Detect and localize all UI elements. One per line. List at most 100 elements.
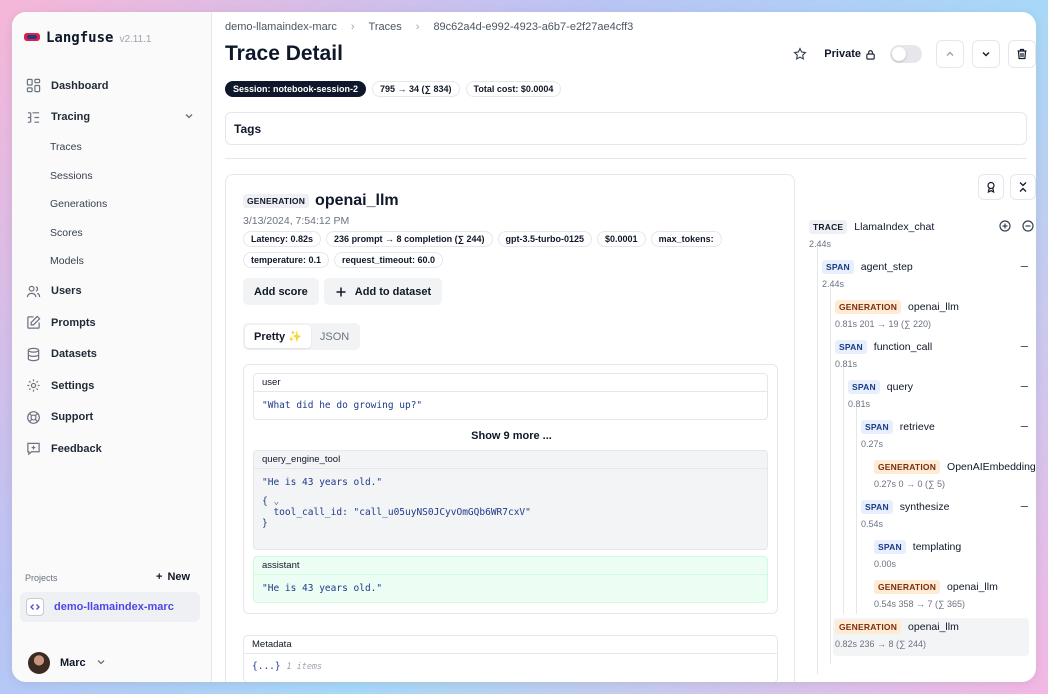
tree-node-span[interactable]: SPAN agent_step 2.44s – <box>822 258 1036 289</box>
tab-json[interactable]: JSON <box>311 325 358 348</box>
scores-toggle-button[interactable] <box>978 174 1004 200</box>
star-icon[interactable] <box>786 40 814 68</box>
user-name: Marc <box>60 657 86 669</box>
breadcrumb-trace-id[interactable]: 89c62a4d-e992-4923-a6b7-e2f27ae4cff3 <box>433 21 633 33</box>
new-project-button[interactable]: + New <box>156 571 190 583</box>
node-name: query <box>886 381 914 393</box>
type-badge: SPAN <box>861 500 893 514</box>
node-name: OpenAIEmbedding <box>947 461 1036 473</box>
collapse-icon[interactable]: ⌄ <box>268 496 279 507</box>
message-content: "What did he do growing up?" <box>262 400 423 411</box>
sidebar-item-label: Support <box>51 411 94 424</box>
json-value: "call_u05uyNS0JCyvOmGQb6WR7cxV" <box>353 507 531 518</box>
sidebar-item-settings[interactable]: Settings <box>12 370 212 402</box>
sidebar-item-users[interactable]: Users <box>12 276 212 308</box>
sidebar-item-label: Users <box>51 285 82 298</box>
max-tokens-chip: max_tokens: <box>650 231 722 247</box>
code-icon <box>26 598 44 616</box>
tree-node-generation[interactable]: GENERATION openai_llm 0.81s 201 → 19 (∑ 2… <box>835 300 1036 329</box>
collapse-node-icon[interactable]: – <box>1021 258 1028 273</box>
app-name: Langfuse <box>46 30 114 46</box>
user-menu[interactable]: Marc <box>28 652 106 674</box>
chevron-right-icon: › <box>415 21 420 33</box>
private-label: Private <box>824 48 876 60</box>
award-icon <box>987 181 995 193</box>
tags-field[interactable]: Tags <box>225 112 1027 145</box>
gear-icon <box>25 378 41 394</box>
breadcrumb-traces[interactable]: Traces <box>369 21 402 33</box>
tokens-chip: 236 prompt → 8 completion (∑ 244) <box>326 231 493 247</box>
temperature-chip: temperature: 0.1 <box>243 252 330 268</box>
chevron-down-icon[interactable] <box>184 111 194 124</box>
node-stats: 0.81s 201 → 19 (∑ 220) <box>835 319 931 329</box>
tree-node-generation[interactable]: GENERATION OpenAIEmbedding 0.27s 0 → 0 (∑… <box>874 460 1036 489</box>
delete-button[interactable] <box>1008 40 1036 68</box>
sidebar-subitem-sessions[interactable]: Sessions <box>12 162 212 191</box>
sidebar-subitem-traces[interactable]: Traces <box>12 133 212 162</box>
node-stats: 0.27s <box>861 439 884 449</box>
type-badge: GENERATION <box>243 194 310 208</box>
prompts-icon <box>25 315 41 331</box>
metadata-panel: Metadata {...} 1 items <box>243 635 778 682</box>
observation-name: openai_llm <box>315 192 399 209</box>
sidebar-subitem-models[interactable]: Models <box>12 247 212 276</box>
sidebar-item-label: Dashboard <box>51 79 109 92</box>
metadata-content[interactable]: {...} 1 items <box>244 654 777 679</box>
sidebar-item-datasets[interactable]: Datasets <box>12 339 212 371</box>
node-stats: 0.81s <box>835 359 858 369</box>
chevron-down-icon <box>96 657 106 670</box>
collapse-node-icon[interactable]: – <box>1021 338 1028 353</box>
collapse-node-icon[interactable]: – <box>1021 378 1028 393</box>
private-toggle[interactable] <box>890 45 922 63</box>
logo[interactable]: Langfuse v2.11.1 <box>24 30 152 46</box>
add-score-button[interactable]: Add score <box>243 278 319 305</box>
sidebar-item-prompts[interactable]: Prompts <box>12 307 212 339</box>
sidebar-subitem-scores[interactable]: Scores <box>12 219 212 248</box>
tree-node-generation[interactable]: GENERATION openai_llm 0.54s 358 → 7 (∑ 36… <box>874 580 1036 609</box>
trash-icon <box>1017 48 1027 60</box>
previous-trace-button[interactable] <box>936 40 964 68</box>
add-to-dataset-button[interactable]: Add to dataset <box>323 278 443 305</box>
projects-label: Projects <box>25 573 58 583</box>
tree-node-span[interactable]: SPAN synthesize 0.54s – <box>861 498 1036 529</box>
type-badge: SPAN <box>835 340 867 354</box>
node-stats: 2.44s <box>822 279 845 289</box>
node-stats: 0.54s 358 → 7 (∑ 365) <box>874 599 965 609</box>
next-trace-button[interactable] <box>972 40 1000 68</box>
tree-node-span[interactable]: SPAN function_call 0.81s – <box>835 338 1036 369</box>
sidebar-subitem-generations[interactable]: Generations <box>12 190 212 219</box>
tree-node-span[interactable]: SPAN templating 0.00s <box>874 540 1036 569</box>
breadcrumb-project[interactable]: demo-llamaindex-marc <box>225 21 337 33</box>
tree-node-trace[interactable]: TRACE LlamaIndex_chat 2.44s <box>809 220 1036 249</box>
observation-actions: Add score Add to dataset <box>243 278 443 305</box>
project-item-active[interactable]: demo-llamaindex-marc <box>20 592 200 622</box>
tab-pretty[interactable]: Pretty ✨ <box>245 325 311 348</box>
collapse-node-icon[interactable]: – <box>1021 418 1028 433</box>
collapse-all-button[interactable] <box>1010 174 1036 200</box>
collapse-all-icon[interactable] <box>1022 220 1034 235</box>
observation-header: GENERATION openai_llm <box>243 192 399 210</box>
show-more-button[interactable]: Show 9 more ... <box>244 430 779 442</box>
app-version: v2.11.1 <box>119 34 152 45</box>
sidebar-item-feedback[interactable]: Feedback <box>12 433 212 465</box>
messages-panel: user "What did he do growing up?" Show 9… <box>243 364 778 614</box>
expand-all-icon[interactable] <box>999 220 1011 235</box>
sidebar-item-tracing[interactable]: Tracing <box>12 102 212 134</box>
node-stats: 2.44s <box>809 239 832 249</box>
message-role: query_engine_tool <box>254 451 767 469</box>
message-role: assistant <box>254 557 767 575</box>
tree-node-span[interactable]: SPAN retrieve 0.27s – <box>861 418 1036 449</box>
tree-node-span[interactable]: SPAN query 0.81s – <box>848 378 1036 409</box>
type-badge: GENERATION <box>835 620 902 634</box>
collapse-node-icon[interactable]: – <box>1021 498 1028 513</box>
node-name: templating <box>912 541 962 553</box>
sidebar-item-support[interactable]: Support <box>12 402 212 434</box>
session-badge[interactable]: Session: notebook-session-2 <box>225 81 367 97</box>
chevron-up-icon <box>946 51 954 56</box>
sidebar-item-dashboard[interactable]: Dashboard <box>12 70 212 102</box>
tree-node-generation-selected[interactable]: GENERATION openai_llm 0.82s 236 → 8 (∑ 24… <box>835 620 1036 649</box>
type-badge: SPAN <box>822 260 854 274</box>
message-role: user <box>254 374 767 392</box>
node-name: openai_llm <box>908 301 959 313</box>
node-name: openai_llm <box>947 581 998 593</box>
